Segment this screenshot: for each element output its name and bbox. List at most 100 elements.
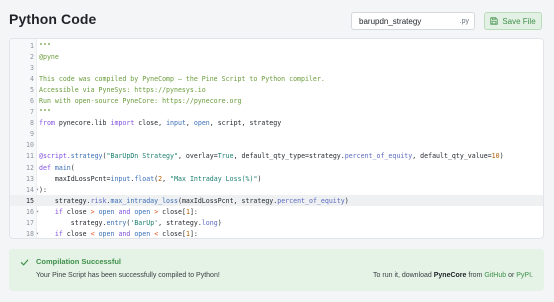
- code-token: , overlay=: [177, 152, 218, 161]
- code-token: and: [118, 230, 135, 239]
- code-token: """: [39, 108, 51, 117]
- line-number: 6: [30, 97, 34, 106]
- code-token: if: [39, 207, 67, 216]
- line-number: 18 ▾: [26, 230, 39, 239]
- code-line[interactable]: 9: [10, 129, 543, 140]
- fold-chevron-icon[interactable]: ▾: [36, 187, 39, 193]
- code-token: entry: [106, 219, 127, 228]
- code-token: risk: [90, 196, 107, 205]
- code-token: if: [39, 230, 67, 239]
- code-token: , default_qty_type=strategy.: [233, 152, 345, 161]
- code-line[interactable]: 3: [10, 62, 543, 73]
- code-line[interactable]: 7 """: [10, 107, 543, 118]
- code-token: open: [98, 230, 119, 239]
- code-text: @script.strategy("BarUpDn Strategy", ove…: [37, 152, 504, 160]
- code-token: @script.: [39, 152, 71, 161]
- code-token: def: [39, 163, 55, 172]
- code-token: ):: [39, 185, 47, 194]
- code-token: <: [90, 230, 99, 239]
- code-token: maxIdLossPcnt=: [39, 174, 111, 183]
- code-token: "BarUpDn Strategy": [106, 152, 178, 161]
- check-icon: [20, 259, 29, 266]
- filename-field[interactable]: .py: [351, 12, 475, 30]
- code-token: open: [98, 207, 119, 216]
- run-prefix: To run it, download: [373, 272, 434, 279]
- line-number: 14 ▾: [26, 185, 39, 194]
- code-line[interactable]: 11 @script.strategy("BarUpDn Strategy", o…: [10, 151, 543, 162]
- save-file-button[interactable]: Save File: [484, 12, 542, 30]
- code-token: open: [134, 230, 155, 239]
- code-token: close[: [162, 230, 186, 239]
- code-text: strategy.entry('BarUp', strategy.long): [37, 219, 222, 227]
- code-line[interactable]: 13 maxIdLossPcnt=input.float(2, "Max Int…: [10, 173, 543, 184]
- compilation-status-banner: Compilation Successful Your Pine Script …: [9, 249, 544, 291]
- code-token: long: [201, 219, 218, 228]
- product-name: PyneCore: [433, 272, 467, 279]
- line-number: 2: [30, 52, 34, 61]
- code-line[interactable]: 16 ▾ if close > open and open > close[1]:: [10, 206, 543, 217]
- code-token: ]:: [189, 207, 198, 216]
- github-link[interactable]: GitHub: [484, 272, 506, 279]
- line-number: 10: [26, 141, 34, 150]
- code-line[interactable]: 18 ▾ if close < open and open < close[1]:: [10, 229, 543, 239]
- code-line[interactable]: 6 Run with open-source PyneCore: https://…: [10, 95, 543, 106]
- code-token: , strategy.: [158, 219, 202, 228]
- run-or: or: [506, 272, 517, 279]
- code-text: from pynecore.lib import close, input, o…: [37, 119, 281, 127]
- code-token: strategy: [70, 152, 103, 161]
- code-token: >: [90, 207, 99, 216]
- pypi-link[interactable]: PyPI: [516, 272, 531, 279]
- line-number: 4: [30, 74, 34, 83]
- code-token: ): [217, 219, 222, 228]
- code-token: float: [134, 174, 155, 183]
- code-token: close: [66, 207, 91, 216]
- line-number: 1: [30, 41, 34, 50]
- code-line[interactable]: 10: [10, 140, 543, 151]
- code-line[interactable]: 2 @pyne: [10, 51, 543, 62]
- code-token: (: [70, 163, 75, 172]
- filename-input[interactable]: [359, 16, 459, 26]
- line-number: 9: [30, 130, 34, 139]
- fold-chevron-icon[interactable]: ▾: [36, 231, 39, 237]
- line-number: 17: [26, 219, 34, 228]
- line-number: 16 ▾: [26, 207, 39, 216]
- code-line[interactable]: 1 """: [10, 40, 543, 51]
- code-token: max_intraday_loss: [110, 196, 178, 205]
- fold-chevron-icon[interactable]: ▾: [36, 209, 39, 215]
- code-token: ]:: [189, 230, 198, 239]
- line-number: 11: [26, 152, 34, 161]
- run-instructions: To run it, download PyneCore from GitHub…: [373, 272, 533, 279]
- code-line[interactable]: 12 def main(: [10, 162, 543, 173]
- code-token: strategy.: [39, 219, 107, 228]
- code-line[interactable]: 5 Accessible via PyneSys: https://pynesys…: [10, 84, 543, 95]
- page-title: Python Code: [9, 11, 97, 27]
- code-token: ): [257, 174, 262, 183]
- code-line[interactable]: 14 ▾):: [10, 184, 543, 195]
- code-token: main: [54, 163, 71, 172]
- code-line[interactable]: 8 from pynecore.lib import close, input, …: [10, 118, 543, 129]
- code-token: ,: [185, 119, 194, 128]
- code-line[interactable]: 4 This code was compiled by PyneComp — th…: [10, 73, 543, 84]
- line-number: 15: [26, 196, 34, 205]
- code-token: ): [499, 152, 504, 161]
- line-number: 8: [30, 119, 34, 128]
- code-text: maxIdLossPcnt=input.float(2, "Max Intrad…: [37, 174, 262, 183]
- code-text: This code was compiled by PyneComp — the…: [37, 75, 325, 83]
- code-token: percent_of_equity: [277, 196, 345, 205]
- code-editor[interactable]: 1 """ 2 @pyne 3 4 This code was compiled by Py…: [9, 38, 544, 239]
- code-text: if close < open and open < close[1]:: [37, 230, 198, 238]
- code-token: input: [110, 174, 131, 183]
- status-title: Compilation Successful: [36, 257, 122, 266]
- code-line[interactable]: 17 strategy.entry('BarUp', strategy.long…: [10, 218, 543, 229]
- code-token: <: [154, 230, 163, 239]
- line-number: 3: [30, 63, 34, 72]
- file-extension-label: .py: [459, 17, 469, 25]
- save-icon: [490, 17, 498, 25]
- line-number: 5: [30, 85, 34, 94]
- code-token: strategy.: [39, 196, 91, 205]
- code-line[interactable]: 15 strategy.risk.max_intraday_loss(maxId…: [10, 195, 543, 207]
- code-token: open: [134, 207, 155, 216]
- code-text: """: [37, 108, 51, 116]
- code-token: @pyne: [39, 52, 59, 61]
- code-token: 'BarUp': [130, 219, 159, 228]
